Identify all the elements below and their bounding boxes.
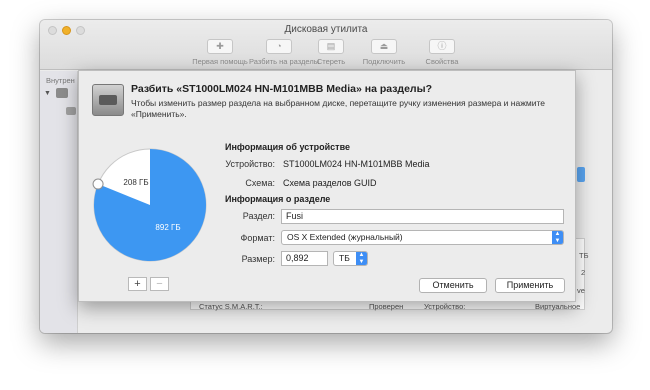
- info-icon: ⓘ: [429, 39, 455, 54]
- partition-dialog: Разбить «ST1000LM024 HN-M101MBB Media» н…: [78, 70, 576, 302]
- erase-icon: ▤: [318, 39, 344, 54]
- scheme-label: Схема:: [245, 178, 275, 188]
- mount-icon: ⏏: [371, 39, 397, 54]
- remove-partition-button[interactable]: −: [150, 277, 169, 291]
- free-space-label: 208 ГБ: [123, 178, 148, 187]
- format-value: OS X Extended (журнальный): [287, 232, 403, 242]
- apply-button[interactable]: Применить: [495, 278, 565, 293]
- first-aid-button[interactable]: ✚ Первая помощь: [190, 39, 250, 66]
- chevron-updown-icon: ▲ ▼: [356, 252, 367, 265]
- background-blue-control: [577, 167, 585, 182]
- size-unit-value: ТБ: [339, 253, 350, 263]
- partition-button[interactable]: ◔ Разбить на разделы: [249, 39, 320, 66]
- sidebar-header: Внутрен: [46, 76, 75, 85]
- smart-status-value: Проверен: [369, 302, 404, 311]
- device-type-label: Устройство:: [424, 302, 466, 311]
- info-button[interactable]: ⓘ Свойства: [412, 39, 472, 66]
- format-label: Формат:: [240, 233, 275, 243]
- stethoscope-icon: ✚: [207, 39, 233, 54]
- hard-disk-icon: [92, 84, 124, 116]
- size-label: Размер:: [241, 254, 275, 264]
- window-title: Дисковая утилита: [284, 24, 368, 35]
- partition-size-label: 892 ГБ: [155, 223, 180, 232]
- dialog-title: Разбить «ST1000LM024 HN-M101MBB Media» н…: [131, 83, 432, 95]
- volume-icon[interactable]: [66, 107, 76, 115]
- format-popup[interactable]: OS X Extended (журнальный) ▲ ▼: [281, 230, 564, 245]
- device-info-heading: Информация об устройстве: [225, 142, 351, 152]
- scheme-value: Схема разделов GUID: [283, 178, 377, 188]
- add-partition-button[interactable]: +: [128, 277, 147, 291]
- table-cell: ve: [577, 286, 585, 295]
- partition-icon: ◔: [266, 39, 292, 54]
- table-cell: ТБ: [579, 251, 589, 260]
- resize-handle[interactable]: [92, 178, 104, 190]
- chevron-updown-icon: ▲ ▼: [552, 231, 563, 244]
- device-label: Устройство:: [225, 159, 275, 169]
- sidebar: Внутрен ▼: [40, 71, 78, 333]
- titlebar: Дисковая утилита ✚ Первая помощь ◔ Разби…: [40, 20, 612, 70]
- erase-label: Стереть: [316, 57, 346, 66]
- smart-status-label: Статус S.M.A.R.T.:: [199, 302, 263, 311]
- partition-label: Разбить на разделы: [249, 57, 320, 66]
- partition-info-heading: Информация о разделе: [225, 194, 331, 204]
- mount-label: Подключить: [362, 57, 406, 66]
- dialog-description: Чтобы изменить размер раздела на выбранн…: [131, 98, 545, 119]
- mount-button[interactable]: ⏏ Подключить: [354, 39, 414, 66]
- partition-name-label: Раздел:: [242, 211, 275, 221]
- first-aid-label: Первая помощь: [192, 57, 248, 66]
- size-field[interactable]: 0,892: [281, 251, 328, 266]
- info-label: Свойства: [425, 57, 459, 66]
- partition-name-field[interactable]: Fusi: [281, 209, 564, 224]
- device-type-value: Виртуальное: [535, 302, 581, 311]
- erase-button[interactable]: ▤ Стереть: [301, 39, 361, 66]
- cancel-button[interactable]: Отменить: [419, 278, 487, 293]
- device-value: ST1000LM024 HN-M101MBB Media: [283, 159, 430, 169]
- table-cell: 2: [581, 268, 586, 277]
- size-unit-popup[interactable]: ТБ ▲ ▼: [333, 251, 368, 266]
- hard-disk-icon[interactable]: [56, 88, 68, 98]
- disclosure-triangle-icon[interactable]: ▼: [44, 90, 51, 97]
